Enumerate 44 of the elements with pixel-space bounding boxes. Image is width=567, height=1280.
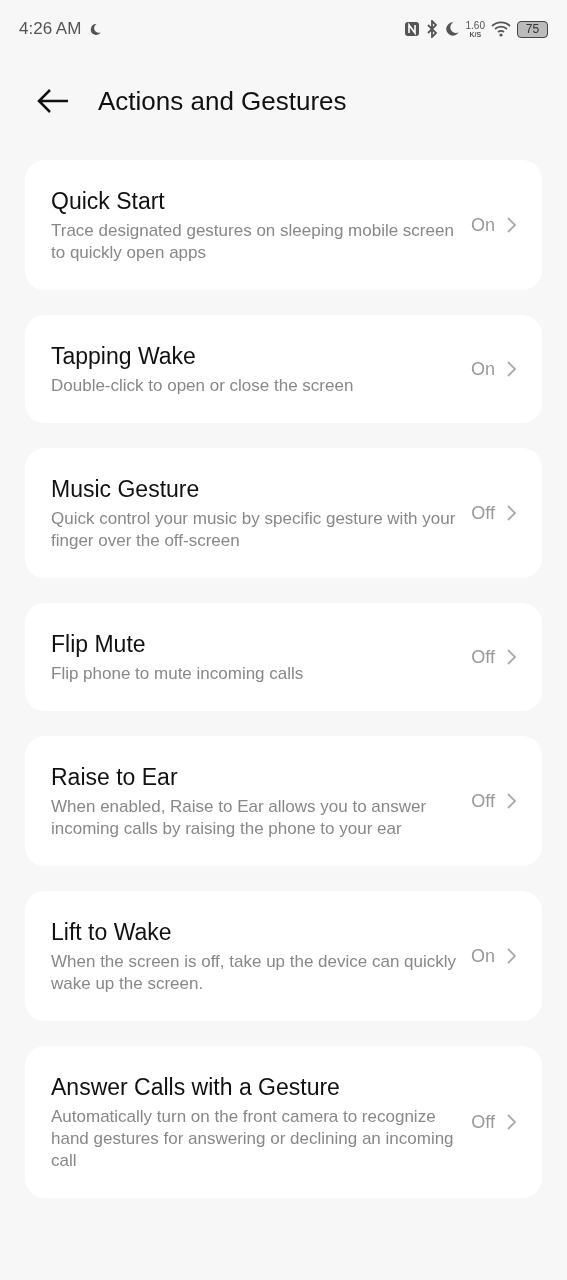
chevron-icon <box>507 948 516 964</box>
settings-card[interactable]: Lift to Wake When the screen is off, take up the device can quickly wake up the screen. On <box>25 891 542 1021</box>
setting-title: Lift to Wake <box>51 918 173 947</box>
network-speed: 1.60 <box>465 20 485 31</box>
chevron-icon <box>507 217 516 233</box>
settings-card[interactable]: Tapping Wake Double-click to open or close the screen On <box>25 315 542 423</box>
settings-card[interactable]: Music Gesture Quick control your music by specific gesture with your finger over the off-screen Off <box>25 448 542 578</box>
setting-description: Quick control your music by specific gesture with your finger over the off-screen <box>51 508 457 552</box>
page-title: Actions and Gestures <box>98 84 347 118</box>
setting-description: Trace designated gestures on sleeping mobile screen to quickly open apps <box>51 220 455 264</box>
setting-description: When the screen is off, take up the device can quickly wake up the screen. <box>51 951 458 995</box>
setting-title: Music Gesture <box>51 475 201 504</box>
chevron-icon <box>507 361 516 377</box>
battery-indicator: 75 <box>517 20 548 38</box>
setting-title: Tapping Wake <box>51 342 197 371</box>
chevron-icon <box>507 793 516 809</box>
setting-value: On <box>471 213 495 237</box>
nfc-icon <box>403 21 420 37</box>
setting-description: Automatically turn on the front camera to recognize hand gestures for answering or declining an incoming call <box>51 1106 455 1172</box>
setting-value: On <box>471 357 495 381</box>
setting-title: Flip Mute <box>51 630 147 659</box>
chevron-icon <box>507 649 516 665</box>
setting-title: Answer Calls with a Gesture <box>51 1073 341 1102</box>
setting-value: Off <box>471 501 495 525</box>
setting-value: Off <box>471 645 495 669</box>
setting-value: Off <box>471 789 495 813</box>
moon-icon <box>443 21 460 37</box>
moon-icon <box>89 22 103 36</box>
settings-card[interactable]: Raise to Ear When enabled, Raise to Ear allows you to answer incoming calls by raising the phone to your ear Off <box>25 736 542 866</box>
setting-description: When enabled, Raise to Ear allows you to answer incoming calls by raising the phone to your ear <box>51 796 428 840</box>
chevron-icon <box>507 505 516 521</box>
chevron-icon <box>507 1114 516 1130</box>
setting-description: Double-click to open or close the screen <box>51 375 355 397</box>
settings-card[interactable]: Flip Mute Flip phone to mute incoming calls Off <box>25 603 542 711</box>
settings-card[interactable]: Quick Start Trace designated gestures on sleeping mobile screen to quickly open apps On <box>25 160 542 290</box>
setting-description: Flip phone to mute incoming calls <box>51 663 305 685</box>
setting-title: Quick Start <box>51 187 166 216</box>
bluetooth-icon <box>425 20 438 38</box>
setting-title: Raise to Ear <box>51 763 179 792</box>
wifi-icon <box>491 21 511 37</box>
setting-value: On <box>471 944 495 968</box>
status-time: 4:26 AM <box>19 18 82 41</box>
settings-card[interactable]: Answer Calls with a Gesture Automatically turn on the front camera to recognize hand gestures for answering or declining an incoming call Off <box>25 1046 542 1198</box>
setting-value: Off <box>471 1110 495 1134</box>
